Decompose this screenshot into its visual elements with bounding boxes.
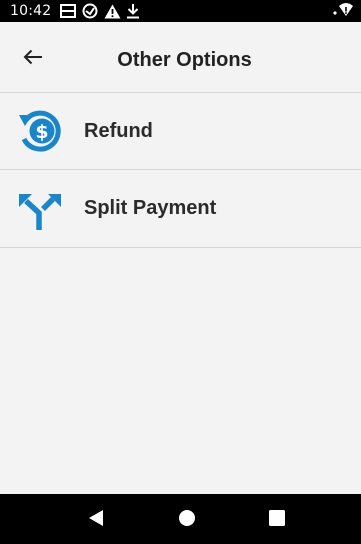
download-icon (127, 3, 140, 19)
app-bar: Other Options (0, 22, 361, 93)
home-circle-icon (178, 509, 196, 532)
status-right (333, 3, 353, 22)
split-payment-option[interactable]: Split Payment (0, 170, 361, 248)
options-list: $ Refund Split Payment (0, 93, 361, 248)
refund-dollar-icon: $ (15, 106, 65, 156)
svg-text:$: $ (35, 121, 48, 143)
signal-dot-icon (333, 3, 337, 22)
data-saver-icon (82, 3, 98, 19)
status-icons (60, 3, 140, 19)
nav-recents-button[interactable] (266, 509, 288, 531)
recents-square-icon (268, 509, 286, 532)
warning-icon (104, 4, 121, 19)
notification-icon (60, 4, 77, 18)
status-time: 10:42 (10, 3, 52, 19)
split-payment-label: Split Payment (84, 197, 217, 219)
status-bar: 10:42 (0, 0, 361, 22)
nav-back-button[interactable] (85, 509, 107, 531)
back-triangle-icon (88, 509, 104, 532)
nav-bar (0, 494, 361, 544)
page-title: Other Options (117, 49, 252, 71)
refund-option[interactable]: $ Refund (0, 93, 361, 170)
wifi-icon (339, 3, 353, 22)
nav-home-button[interactable] (176, 509, 198, 531)
split-arrows-icon (15, 184, 65, 234)
refund-label: Refund (84, 119, 153, 142)
